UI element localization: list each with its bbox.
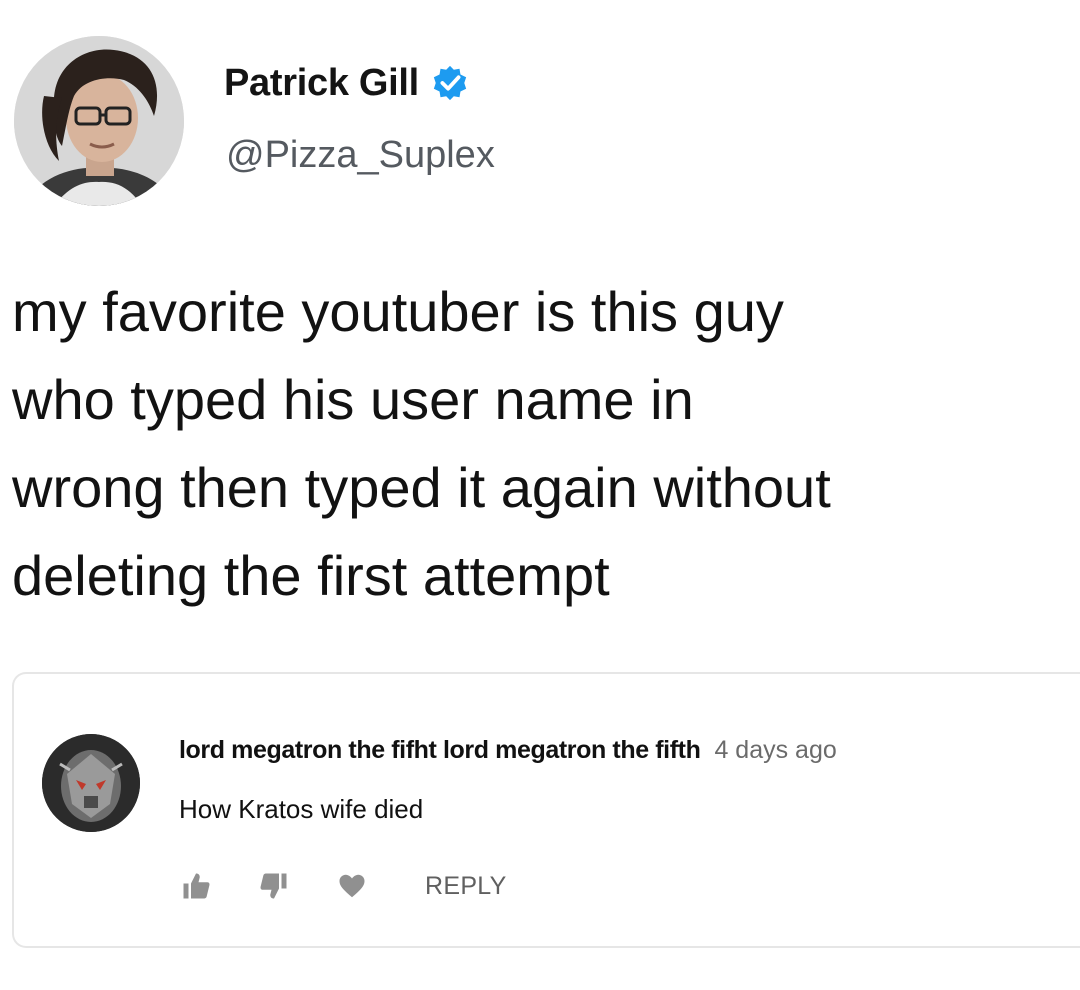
thumbs-up-icon	[183, 873, 210, 899]
verified-badge-icon	[433, 65, 467, 101]
comment-timestamp[interactable]: 4 days ago	[714, 736, 836, 765]
commenter-avatar[interactable]	[42, 734, 140, 832]
reply-button[interactable]: REPLY	[425, 872, 507, 901]
embedded-comment-card: lord megatron the fifht lord megatron th…	[12, 672, 1080, 948]
comment-meta: lord megatron the fifht lord megatron th…	[179, 736, 837, 765]
commenter-photo-icon	[42, 734, 140, 832]
tweet-text-line: who typed his user name in	[12, 368, 694, 431]
tweet-text-line: wrong then typed it again without	[12, 456, 831, 519]
comment-author[interactable]: lord megatron the fifht lord megatron th…	[179, 736, 701, 765]
heart-button[interactable]	[335, 869, 369, 903]
tweet-text-line: my favorite youtuber is this guy	[12, 280, 784, 343]
profile-avatar[interactable]	[14, 36, 184, 206]
screenshot-page: Patrick Gill @Pizza_Suplex my favorite y…	[0, 0, 1080, 990]
tweet-text-line: deleting the first attempt	[12, 544, 610, 607]
heart-icon	[339, 874, 365, 898]
like-button[interactable]	[179, 869, 213, 903]
author-name-row: Patrick Gill	[224, 58, 469, 108]
thumbs-down-icon	[260, 873, 287, 899]
dislike-button[interactable]	[257, 869, 291, 903]
profile-photo-icon	[14, 36, 184, 206]
author-display-name[interactable]: Patrick Gill	[224, 62, 419, 105]
comment-text: How Kratos wife died	[179, 794, 424, 824]
comment-actions: REPLY	[179, 866, 507, 906]
tweet-text: my favorite youtuber is this guy who typ…	[12, 268, 1072, 620]
author-handle[interactable]: @Pizza_Suplex	[226, 134, 495, 177]
